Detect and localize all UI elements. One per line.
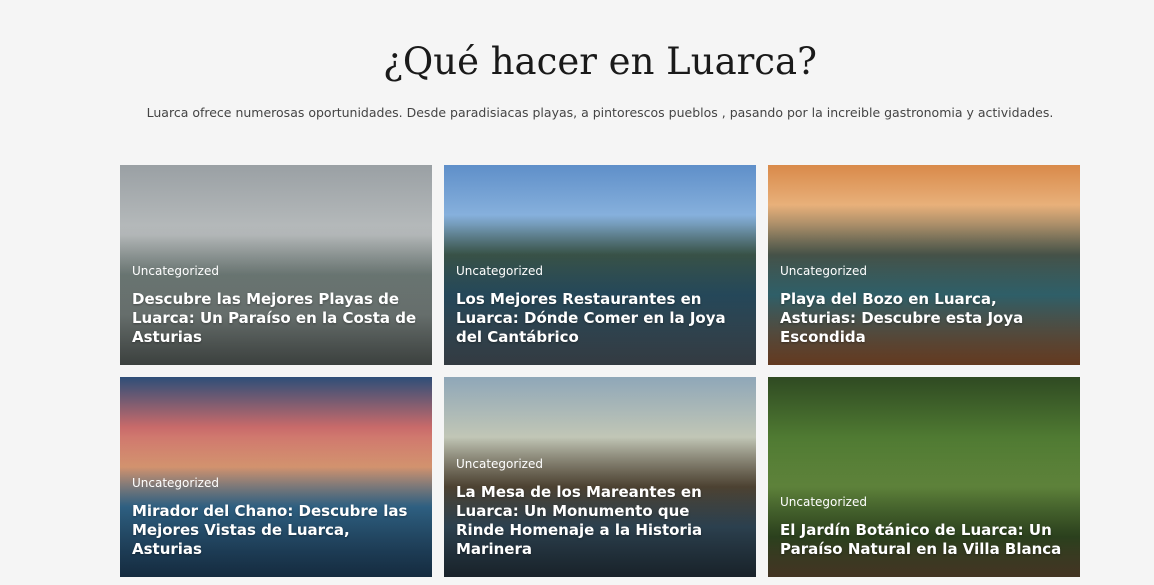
post-title[interactable]: El Jardín Botánico de Luarca: Un Paraíso… — [780, 521, 1066, 559]
post-title[interactable]: Descubre las Mejores Playas de Luarca: U… — [132, 290, 418, 347]
post-title[interactable]: Mirador del Chano: Descubre las Mejores … — [132, 502, 418, 559]
post-category[interactable]: Uncategorized — [780, 264, 1066, 278]
post-card-mirador[interactable]: Uncategorized Mirador del Chano: Descubr… — [120, 377, 432, 577]
post-category[interactable]: Uncategorized — [456, 457, 742, 471]
post-card-playas[interactable]: Uncategorized Descubre las Mejores Playa… — [120, 165, 432, 365]
post-category[interactable]: Uncategorized — [132, 264, 418, 278]
post-title[interactable]: La Mesa de los Mareantes en Luarca: Un M… — [456, 483, 742, 559]
section-title: ¿Qué hacer en Luarca? — [383, 40, 817, 83]
post-title[interactable]: Playa del Bozo en Luarca, Asturias: Desc… — [780, 290, 1066, 347]
post-card-jardin-botanico[interactable]: Uncategorized El Jardín Botánico de Luar… — [768, 377, 1080, 577]
post-card-mesa-mareantes[interactable]: Uncategorized La Mesa de los Mareantes e… — [444, 377, 756, 577]
post-category[interactable]: Uncategorized — [456, 264, 742, 278]
post-category[interactable]: Uncategorized — [780, 495, 1066, 509]
post-category[interactable]: Uncategorized — [132, 476, 418, 490]
post-title[interactable]: Los Mejores Restaurantes en Luarca: Dónd… — [456, 290, 742, 347]
section-subtitle: Luarca ofrece numerosas oportunidades. D… — [146, 105, 1054, 120]
post-card-restaurantes[interactable]: Uncategorized Los Mejores Restaurantes e… — [444, 165, 756, 365]
post-card-playa-bozo[interactable]: Uncategorized Playa del Bozo en Luarca, … — [768, 165, 1080, 365]
